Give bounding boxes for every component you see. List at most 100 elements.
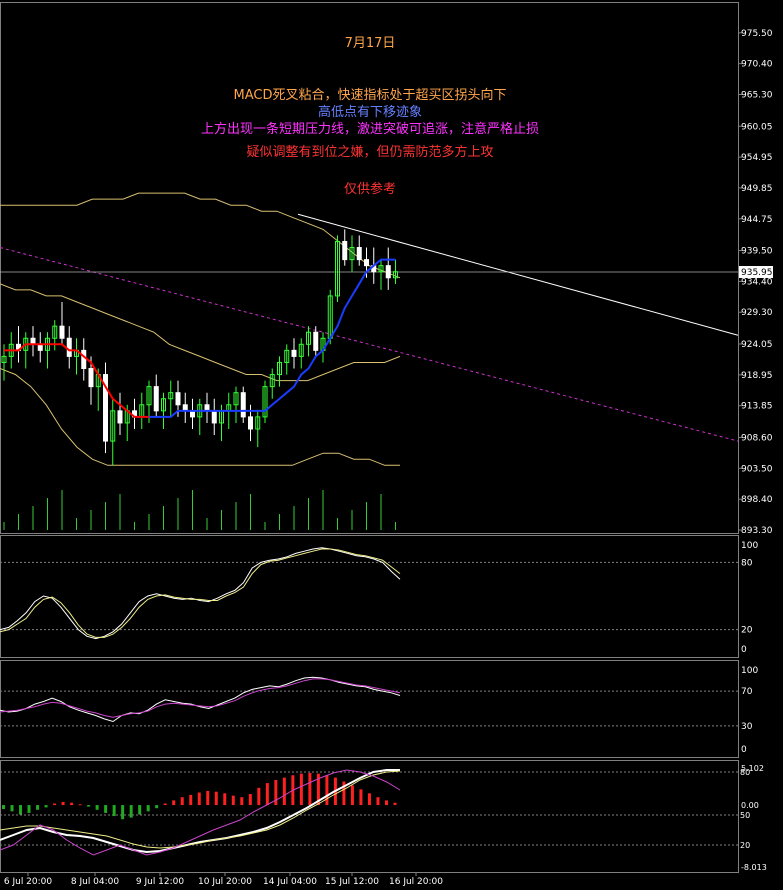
macd-histogram-bar bbox=[138, 805, 142, 815]
macd-histogram-bar bbox=[19, 805, 23, 815]
candle-body bbox=[81, 349, 87, 370]
stochastic-tick-label: 20 bbox=[741, 626, 753, 636]
rsi-tick-label: 0 bbox=[741, 745, 747, 755]
candle-body bbox=[313, 331, 319, 351]
candle-body bbox=[385, 265, 391, 279]
rsi-series bbox=[0, 676, 401, 723]
macd-signal-line bbox=[0, 769, 400, 854]
candle-body bbox=[59, 325, 65, 339]
y-tick-label: 898.40 bbox=[741, 495, 773, 505]
macd-histogram-bar bbox=[240, 797, 244, 806]
candle-body bbox=[175, 392, 181, 406]
macd-histogram-bar bbox=[282, 777, 286, 806]
candle-body bbox=[88, 368, 94, 388]
rsi-tick-label: 30 bbox=[741, 722, 753, 732]
macd-tick-label: -8.013 bbox=[741, 863, 767, 872]
panel-frame bbox=[0, 535, 739, 658]
annotation-line-5: 仅供参考 bbox=[343, 182, 396, 197]
y-tick-label: 975.50 bbox=[741, 29, 773, 39]
stochastic-tick-label: 0 bbox=[741, 645, 747, 655]
macd-histogram-bar bbox=[112, 805, 116, 817]
y-tick-label: 908.60 bbox=[741, 433, 773, 443]
macd-histogram-bar bbox=[70, 802, 74, 806]
x-tick-label: 16 Jul 20:00 bbox=[389, 877, 443, 887]
macd-histogram-bar bbox=[146, 805, 150, 812]
macd-histogram-bar bbox=[257, 787, 261, 806]
candle-body bbox=[211, 410, 217, 424]
candle-body bbox=[291, 349, 297, 357]
macd-histogram-bar bbox=[44, 805, 48, 808]
candle-body bbox=[342, 240, 348, 261]
annotation-date: 7月17日 bbox=[344, 36, 396, 51]
candle-body bbox=[248, 416, 253, 430]
y-tick-label: 934.40 bbox=[741, 277, 773, 287]
macd-histogram-bar bbox=[87, 805, 91, 807]
y-tick-label: 970.40 bbox=[741, 60, 773, 70]
macd-histogram-bar bbox=[223, 793, 227, 806]
x-tick-label: 6 Jul 20:00 bbox=[4, 877, 53, 887]
macd-histogram-bar bbox=[180, 797, 184, 806]
rsi-tick-label: 100 bbox=[741, 666, 758, 676]
macd-histogram-bar bbox=[53, 803, 57, 806]
y-tick-label: 949.85 bbox=[741, 184, 773, 194]
macd-histogram-bar bbox=[121, 805, 125, 820]
candle-body bbox=[117, 410, 123, 424]
macd-right-label: 20 bbox=[740, 841, 750, 850]
rsi-series bbox=[0, 678, 401, 718]
y-tick-label: 924.05 bbox=[741, 340, 773, 350]
macd-histogram-bar bbox=[214, 791, 218, 806]
rsi-tick-label: 70 bbox=[741, 687, 753, 697]
macd-histogram-bar bbox=[10, 805, 14, 812]
macd-histogram-bar bbox=[189, 794, 193, 806]
annotation-line-4: 疑似调整有到位之嫌，但仍需防范多方上攻 bbox=[246, 145, 494, 160]
macd-histogram-bar bbox=[376, 797, 380, 806]
panel-frame bbox=[0, 760, 739, 873]
macd-histogram-bar bbox=[27, 805, 31, 813]
macd-tick-label: 0.00 bbox=[741, 801, 759, 810]
macd-histogram-bar bbox=[231, 795, 235, 806]
x-tick-label: 10 Jul 20:00 bbox=[198, 877, 252, 887]
macd-histogram-bar bbox=[350, 785, 354, 806]
current-price-label: 935.95 bbox=[741, 268, 773, 278]
y-tick-label: 954.95 bbox=[741, 153, 773, 163]
macd-histogram-bar bbox=[308, 772, 312, 806]
macd-histogram-bar bbox=[367, 793, 371, 806]
macd-histogram-bar bbox=[384, 800, 388, 806]
macd-histogram-bar bbox=[129, 805, 133, 818]
y-tick-label: 965.30 bbox=[741, 90, 773, 100]
stochastic-series bbox=[0, 547, 401, 640]
y-tick-label: 939.50 bbox=[741, 247, 773, 257]
macd-right-label: 80 bbox=[740, 768, 750, 777]
candle-body bbox=[153, 386, 159, 412]
macd-histogram-bar bbox=[78, 804, 82, 806]
y-tick-label: 893.30 bbox=[741, 526, 773, 536]
stochastic-tick-label: 100 bbox=[741, 541, 758, 551]
y-tick-label: 944.75 bbox=[741, 215, 773, 225]
macd-histogram-bar bbox=[155, 805, 159, 809]
x-tick-label: 15 Jul 12:00 bbox=[325, 877, 379, 887]
candle-body bbox=[66, 337, 72, 357]
y-tick-label: 960.05 bbox=[741, 122, 773, 132]
macd-histogram-bar bbox=[2, 805, 5, 809]
macd-histogram-bar bbox=[61, 801, 65, 806]
candle-body bbox=[240, 392, 246, 418]
macd-histogram-bar bbox=[95, 805, 99, 810]
x-tick-label: 14 Jul 04:00 bbox=[263, 877, 317, 887]
macd-histogram-bar bbox=[359, 789, 363, 806]
macd-histogram-bar bbox=[393, 802, 397, 806]
macd-histogram-bar bbox=[299, 773, 303, 806]
y-tick-label: 913.85 bbox=[741, 402, 773, 412]
y-tick-label: 918.95 bbox=[741, 371, 773, 381]
y-tick-label: 903.50 bbox=[741, 464, 773, 474]
y-tick-label: 929.30 bbox=[741, 308, 773, 318]
candle-body bbox=[364, 259, 369, 267]
macd-histogram-bar bbox=[36, 805, 40, 810]
macd-right-label: 50 bbox=[740, 811, 750, 820]
candle-body bbox=[356, 247, 362, 261]
annotation-line-3: 上方出现一条短期压力线，激进突破可追涨，注意严格止损 bbox=[200, 122, 539, 137]
macd-histogram-bar bbox=[248, 794, 252, 806]
macd-histogram-bar bbox=[197, 792, 201, 806]
x-tick-label: 9 Jul 12:00 bbox=[136, 877, 185, 887]
macd-histogram-bar bbox=[265, 783, 269, 806]
macd-histogram-bar bbox=[163, 803, 167, 806]
